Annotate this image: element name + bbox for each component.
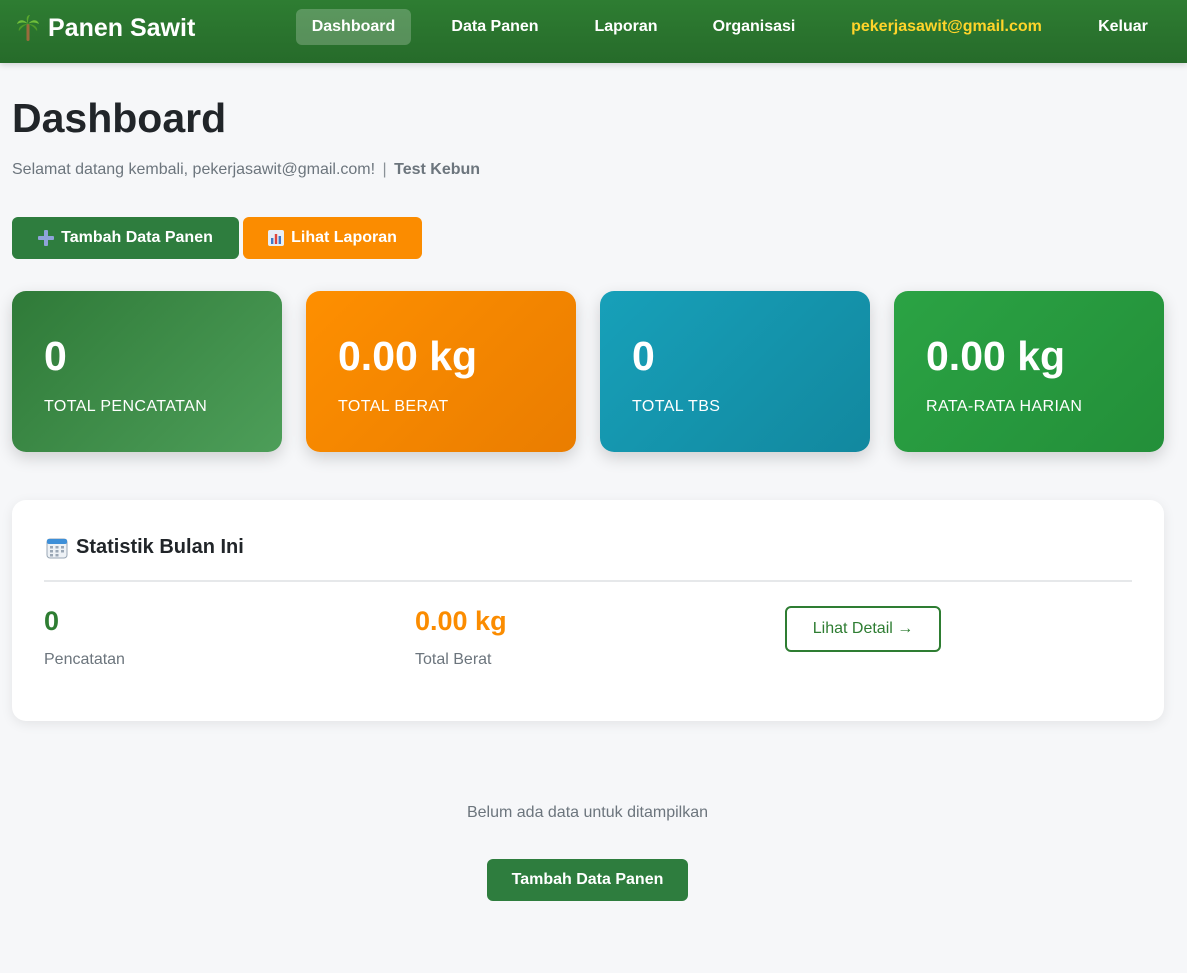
top-navbar: Panen Sawit Dashboard Data Panen Laporan… bbox=[0, 0, 1187, 63]
monthly-stats-panel: Statistik Bulan Ini 0 Pencatatan 0.00 kg… bbox=[12, 500, 1164, 721]
stat-label: TOTAL TBS bbox=[632, 398, 721, 415]
stat-value: 0 bbox=[44, 333, 67, 379]
separator: | bbox=[382, 161, 387, 178]
plus-icon bbox=[38, 230, 55, 246]
brand[interactable]: Panen Sawit bbox=[16, 12, 195, 44]
view-report-button[interactable]: Lihat Laporan bbox=[243, 217, 422, 259]
nav-organisasi[interactable]: Organisasi bbox=[699, 9, 809, 45]
calendar-icon bbox=[46, 538, 68, 558]
view-report-label: Lihat Laporan bbox=[291, 229, 397, 246]
nav-dashboard[interactable]: Dashboard bbox=[296, 9, 411, 45]
add-harvest-button[interactable]: Tambah Data Panen bbox=[12, 217, 239, 259]
palm-tree-icon bbox=[17, 15, 39, 41]
stat-card-total-records: 0 TOTAL PENCATATAN bbox=[12, 291, 282, 452]
nav-user-email[interactable]: pekerjasawit@gmail.com bbox=[836, 9, 1057, 45]
stat-card-total-weight: 0.00 kg TOTAL BERAT bbox=[306, 291, 576, 452]
panel-title-text: Statistik Bulan Ini bbox=[76, 536, 244, 558]
stat-card-total-tbs: 0 TOTAL TBS bbox=[600, 291, 870, 452]
stat-label: TOTAL PENCATATAN bbox=[44, 398, 208, 415]
page-title: Dashboard bbox=[12, 95, 227, 141]
nav-logout[interactable]: Keluar bbox=[1084, 9, 1162, 45]
empty-state-add-button[interactable]: Tambah Data Panen bbox=[487, 859, 688, 901]
bar-chart-icon bbox=[268, 230, 285, 246]
monthly-records-label: Pencatatan bbox=[44, 651, 125, 668]
monthly-records-value: 0 bbox=[44, 606, 60, 636]
view-detail-button[interactable]: Lihat Detail → bbox=[785, 606, 941, 652]
empty-state-message: Belum ada data untuk ditampilkan bbox=[466, 804, 709, 821]
stat-card-daily-average: 0.00 kg RATA-RATA HARIAN bbox=[894, 291, 1164, 452]
stat-value: 0 bbox=[632, 333, 655, 379]
nav-laporan[interactable]: Laporan bbox=[580, 9, 672, 45]
panel-title: Statistik Bulan Ini bbox=[46, 536, 244, 559]
nav-data-panen[interactable]: Data Panen bbox=[437, 9, 553, 45]
welcome-text: Selamat datang kembali, pekerjasawit@gma… bbox=[12, 161, 376, 178]
monthly-weight-value: 0.00 kg bbox=[415, 606, 507, 636]
organization-name: Test Kebun bbox=[394, 161, 481, 178]
stat-label: TOTAL BERAT bbox=[338, 398, 449, 415]
stat-label: RATA-RATA HARIAN bbox=[926, 398, 1083, 415]
divider bbox=[44, 580, 1132, 582]
monthly-weight-label: Total Berat bbox=[415, 651, 492, 668]
add-harvest-label: Tambah Data Panen bbox=[61, 229, 213, 246]
brand-name: Panen Sawit bbox=[48, 13, 196, 42]
stat-value: 0.00 kg bbox=[926, 333, 1066, 379]
stat-value: 0.00 kg bbox=[338, 333, 478, 379]
welcome-message: Selamat datang kembali, pekerjasawit@gma… bbox=[12, 161, 480, 179]
